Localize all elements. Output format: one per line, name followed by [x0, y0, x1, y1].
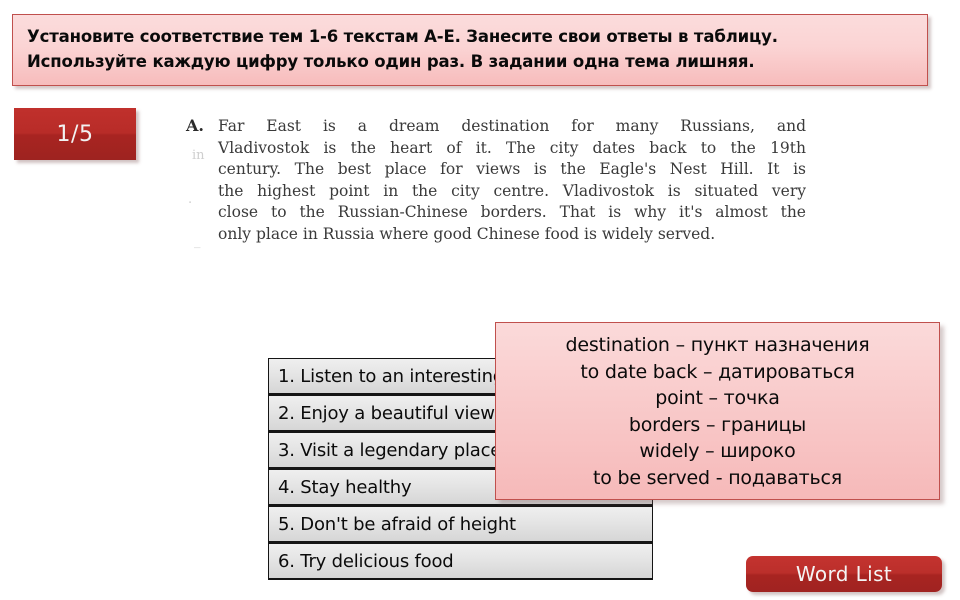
vocabulary-popup[interactable]: destination – пункт назначения to date b… [495, 322, 940, 500]
passage-line: Far East is a dream destination for many… [218, 117, 806, 135]
word-list-button-label: Word List [795, 562, 893, 586]
slide-counter-label: 1/5 [56, 121, 94, 147]
passage-line: Vladivostok is the heart of it. The city… [218, 138, 806, 157]
passage-line: close to the Russian-Chinese borders. Th… [218, 203, 806, 221]
vocabulary-entry: to be served - подаваться [592, 466, 843, 489]
scan-artifact: in [192, 148, 205, 163]
vocabulary-entry: to date back – датироваться [580, 360, 855, 383]
vocabulary-entry: widely – широко [639, 440, 796, 462]
vocabulary-entry: borders – границы [628, 413, 807, 436]
slide-counter-badge: 1/5 [14, 108, 136, 160]
topic-item-6[interactable]: 6. Try delicious food [268, 543, 653, 580]
scan-artifact: . [188, 192, 193, 207]
passage-line: only place in Russia where good Chinese … [218, 224, 716, 243]
instruction-line-1: Установите соответствие тем 1-6 текстам … [27, 27, 778, 46]
passage-letter: A. [186, 116, 204, 135]
topic-item-5[interactable]: 5. Don't be afraid of height [268, 506, 653, 543]
scan-artifact: _ [194, 234, 201, 249]
passage-line: the highest point in the city centre. Vl… [218, 181, 806, 200]
vocabulary-entry: destination – пункт назначения [565, 334, 870, 356]
vocabulary-entry: point – точка [655, 387, 780, 409]
passage-body: Far East is a dream destination for many… [218, 116, 806, 245]
word-list-button[interactable]: Word List [746, 556, 942, 592]
instruction-line-2: Используйте каждую цифру только один раз… [27, 52, 755, 71]
passage-line: century. The best place for views is the… [218, 160, 806, 178]
reading-passage: in . _ A. Far East is a dream destinatio… [186, 116, 806, 249]
instruction-panel: Установите соответствие тем 1-6 текстам … [12, 14, 928, 86]
